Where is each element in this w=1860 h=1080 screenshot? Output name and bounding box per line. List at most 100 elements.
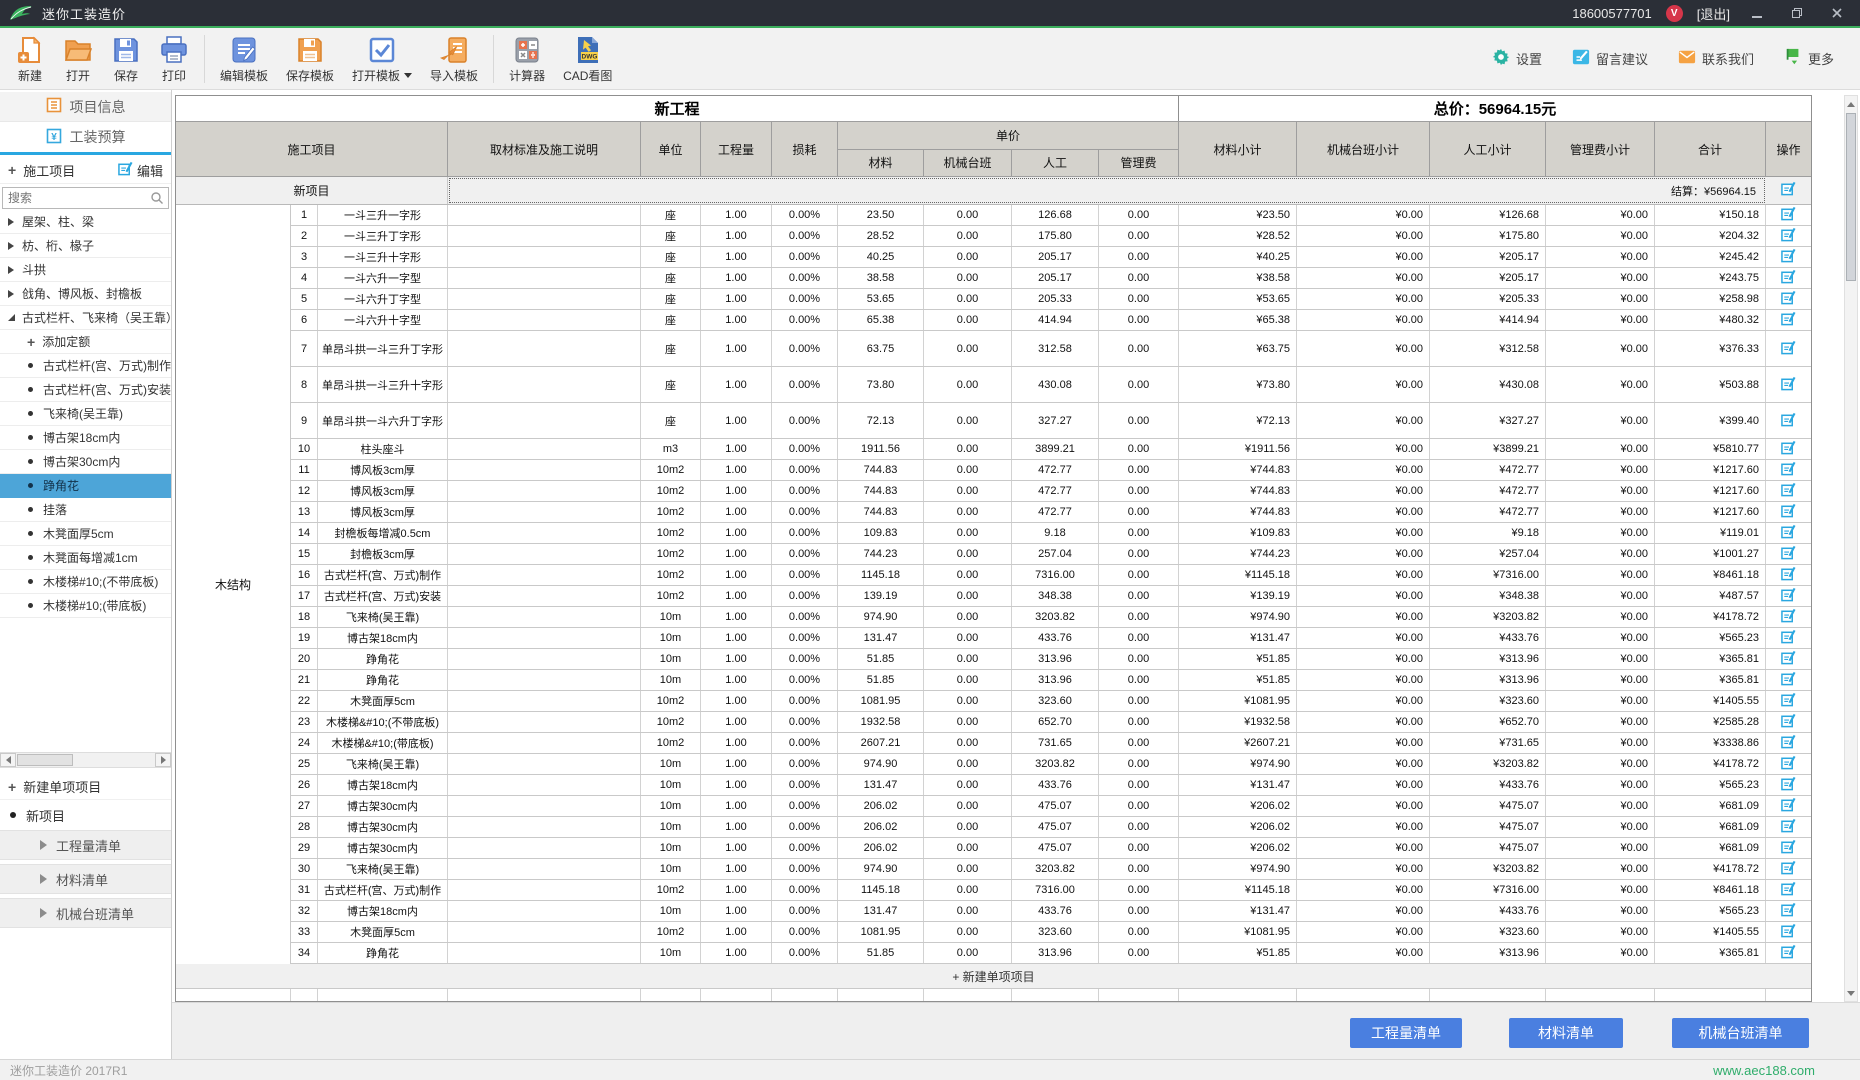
tab-budget[interactable]: ¥ 工装预算 [0,122,171,152]
table-row[interactable]: 1一斗三升一字形座1.000.00%23.500.00126.680.00¥23… [291,205,1811,226]
restore-button[interactable] [1784,3,1810,23]
row-edit-button[interactable] [1766,226,1811,246]
tab-project-info[interactable]: 项目信息 [0,92,171,122]
website-link[interactable]: www.aec188.com [1713,1063,1815,1078]
row-edit-button[interactable] [1766,943,1811,963]
row-edit-button[interactable] [1766,775,1811,795]
row-edit-button[interactable] [1766,649,1811,669]
scrollbar-thumb[interactable] [1846,113,1856,281]
row-edit-button[interactable] [1766,310,1811,330]
tree-item[interactable]: 博古架18cm内 [0,426,171,450]
table-row[interactable]: 28博古架30cm内10m1.000.00%206.020.00475.070.… [291,817,1811,838]
search-icon[interactable] [150,191,164,210]
tree-item[interactable]: 古式栏杆(宫、万式)安装 [0,378,171,402]
table-row[interactable]: 5一斗六升丁字型座1.000.00%53.650.00205.330.00¥53… [291,289,1811,310]
scroll-left-button[interactable] [0,753,16,767]
row-edit-button[interactable] [1766,439,1811,459]
edit-tree-button[interactable]: 编辑 [118,161,163,180]
row-edit-button[interactable] [1766,403,1811,438]
minimize-button[interactable] [1744,3,1770,23]
row-edit-button[interactable] [1766,817,1811,837]
row-edit-button[interactable] [1766,481,1811,501]
tree-item[interactable]: 木凳面每增减1cm [0,546,171,570]
toolbar-button-import-template[interactable]: 导入模板 [421,30,487,88]
table-row[interactable]: 17古式栏杆(宫、万式)安装10m21.000.00%139.190.00348… [291,586,1811,607]
tree-item[interactable]: 木楼梯#10;(不带底板) [0,570,171,594]
toolbar-button-more-flag[interactable]: 更多 [1784,48,1834,69]
table-row[interactable]: 4一斗六升一字型座1.000.00%38.580.00205.170.00¥38… [291,268,1811,289]
row-edit-button[interactable] [1766,331,1811,366]
project-summary-row[interactable]: 新项目 结算：¥56964.15 [176,177,1811,205]
table-row[interactable]: 2一斗三升丁字形座1.000.00%28.520.00175.800.00¥28… [291,226,1811,247]
toolbar-button-edit-template[interactable]: 编辑模板 [211,30,277,88]
row-edit-button[interactable] [1766,205,1811,225]
tree-item[interactable]: 枋、桁、椽子 [0,234,171,258]
table-row[interactable]: 6一斗六升十字型座1.000.00%65.380.00414.940.00¥65… [291,310,1811,331]
tree-item[interactable]: 木楼梯#10;(带底板) [0,594,171,618]
table-row[interactable]: 29博古架30cm内10m1.000.00%206.020.00475.070.… [291,838,1811,859]
toolbar-button-save-template[interactable]: 保存模板 [277,30,343,88]
row-edit-button[interactable] [1766,859,1811,879]
toolbar-button-cad-viewer[interactable]: DWGCAD看图 [554,30,621,88]
toolbar-button-open-template[interactable]: 打开模板 [343,30,421,88]
row-edit-button[interactable] [1766,733,1811,753]
table-row[interactable]: 3一斗三升十字形座1.000.00%40.250.00205.170.00¥40… [291,247,1811,268]
tree-item[interactable]: 古式栏杆、飞来椅（吴王靠）、挂 [0,306,171,330]
row-edit-button[interactable] [1766,565,1811,585]
scroll-up-button[interactable] [1845,97,1857,111]
quantity-list-button[interactable]: 工程量清单 [1350,1018,1462,1048]
row-edit-button[interactable] [1766,247,1811,267]
tree-item[interactable]: 屋架、柱、梁 [0,210,171,234]
sidebar-item-machine-list[interactable]: 机械台班清单 [0,898,171,928]
row-edit-button[interactable] [1766,289,1811,309]
toolbar-button-feedback[interactable]: 留言建议 [1572,48,1648,69]
scrollbar-thumb[interactable] [17,754,73,766]
table-row[interactable]: 22木凳面厚5cm10m21.000.00%1081.950.00323.600… [291,691,1811,712]
toolbar-button-print[interactable]: 打印 [150,30,198,88]
toolbar-button-calculator[interactable]: 计算器 [500,30,554,88]
toolbar-button-save[interactable]: 保存 [102,30,150,88]
table-row[interactable]: 26博古架18cm内10m1.000.00%131.470.00433.760.… [291,775,1811,796]
table-row[interactable]: 34踭角花10m1.000.00%51.850.00313.960.00¥51.… [291,943,1811,964]
row-edit-button[interactable] [1766,367,1811,402]
tree-item[interactable]: 飞来椅(吴王靠) [0,402,171,426]
scroll-right-button[interactable] [155,753,171,767]
table-row[interactable]: 25飞来椅(吴王靠)10m1.000.00%974.900.003203.820… [291,754,1811,775]
table-vertical-scrollbar[interactable] [1844,95,1858,1002]
row-edit-button[interactable] [1766,268,1811,288]
row-edit-button[interactable] [1766,838,1811,858]
add-construction-item-button[interactable]: 施工项目 [23,161,75,180]
table-row[interactable]: 27博古架30cm内10m1.000.00%206.020.00475.070.… [291,796,1811,817]
row-edit-button[interactable] [1766,670,1811,690]
tree-item[interactable]: +添加定额 [0,330,171,354]
row-edit-button[interactable] [1766,880,1811,900]
row-edit-button[interactable] [1766,502,1811,522]
add-single-project-button[interactable]: + 新建单项项目 [0,774,171,800]
table-row[interactable]: 15封檐板3cm厚10m21.000.00%744.230.00257.040.… [291,544,1811,565]
sidebar-item-new-project[interactable]: 新项目 [0,802,171,828]
table-row[interactable]: 19博古架18cm内10m1.000.00%131.470.00433.760.… [291,628,1811,649]
row-edit-button[interactable] [1766,523,1811,543]
table-row[interactable]: 16古式栏杆(宫、万式)制作10m21.000.00%1145.180.0073… [291,565,1811,586]
logout-button[interactable]: [退出] [1697,4,1730,23]
sidebar-horizontal-scrollbar[interactable] [0,752,171,768]
toolbar-button-open-folder[interactable]: 打开 [54,30,102,88]
tree-item[interactable]: 挂落 [0,498,171,522]
project-row-settlement-cell[interactable]: 结算：¥56964.15 [448,177,1766,204]
row-edit-button[interactable] [1766,712,1811,732]
sidebar-item-quantity-list[interactable]: 工程量清单 [0,830,171,860]
row-edit-button[interactable] [1766,691,1811,711]
row-edit-button[interactable] [1766,586,1811,606]
toolbar-button-mail[interactable]: 联系我们 [1678,48,1754,69]
row-edit-button[interactable] [1766,544,1811,564]
table-row[interactable]: 8单昂斗拱一斗三升十字形座1.000.00%73.800.00430.080.0… [291,367,1811,403]
material-list-button[interactable]: 材料清单 [1509,1018,1623,1048]
table-row[interactable]: 7单昂斗拱一斗三升丁字形座1.000.00%63.750.00312.580.0… [291,331,1811,367]
row-edit-button[interactable] [1766,460,1811,480]
tree-item[interactable]: 斗拱 [0,258,171,282]
tree-item-selected[interactable]: 踭角花 [0,474,171,498]
table-row[interactable]: 20踭角花10m1.000.00%51.850.00313.960.00¥51.… [291,649,1811,670]
table-row[interactable]: 33木凳面厚5cm10m21.000.00%1081.950.00323.600… [291,922,1811,943]
row-edit-button[interactable] [1766,628,1811,648]
row-edit-button[interactable] [1766,607,1811,627]
